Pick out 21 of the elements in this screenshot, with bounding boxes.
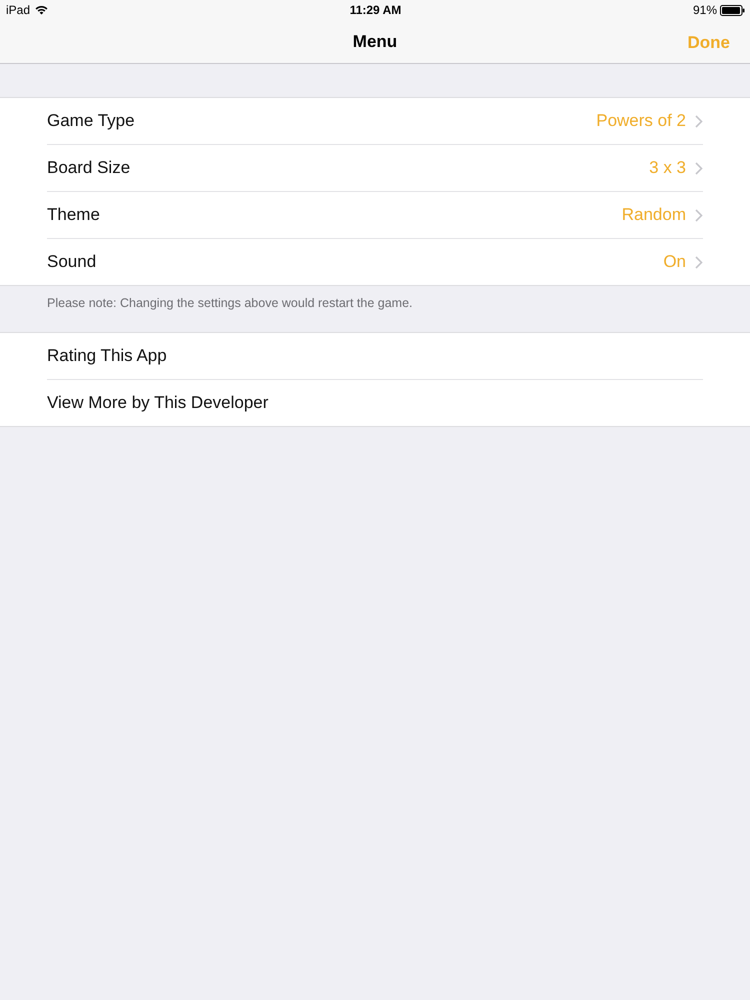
- battery-percent: 91%: [692, 3, 717, 17]
- nav-title: Menu: [352, 32, 398, 52]
- row-label: Sound: [47, 252, 98, 272]
- row-label: Game Type: [47, 111, 136, 131]
- chevron-icon: [695, 208, 703, 222]
- chevron-icon: [695, 256, 703, 268]
- row-value: Random: [622, 205, 686, 225]
- clock-time: 11:29 AM: [350, 3, 402, 17]
- settings-note: Please note: Changing the settings above would restart the game.: [47, 296, 413, 310]
- row-value: Powers of 2: [596, 111, 686, 131]
- device-name: iPad: [6, 3, 30, 17]
- battery-icon: [720, 4, 745, 16]
- row-label: View More by This Developer: [47, 393, 270, 413]
- row-label: Rating This App: [47, 346, 168, 366]
- row-value: On: [663, 252, 686, 272]
- chevron-icon: [695, 162, 703, 174]
- chevron-icon: [695, 114, 703, 128]
- row-label: Board Size: [47, 158, 132, 178]
- wifi-icon: [35, 5, 48, 15]
- row-label: Theme: [47, 205, 101, 225]
- row-value: 3 x 3: [649, 158, 686, 178]
